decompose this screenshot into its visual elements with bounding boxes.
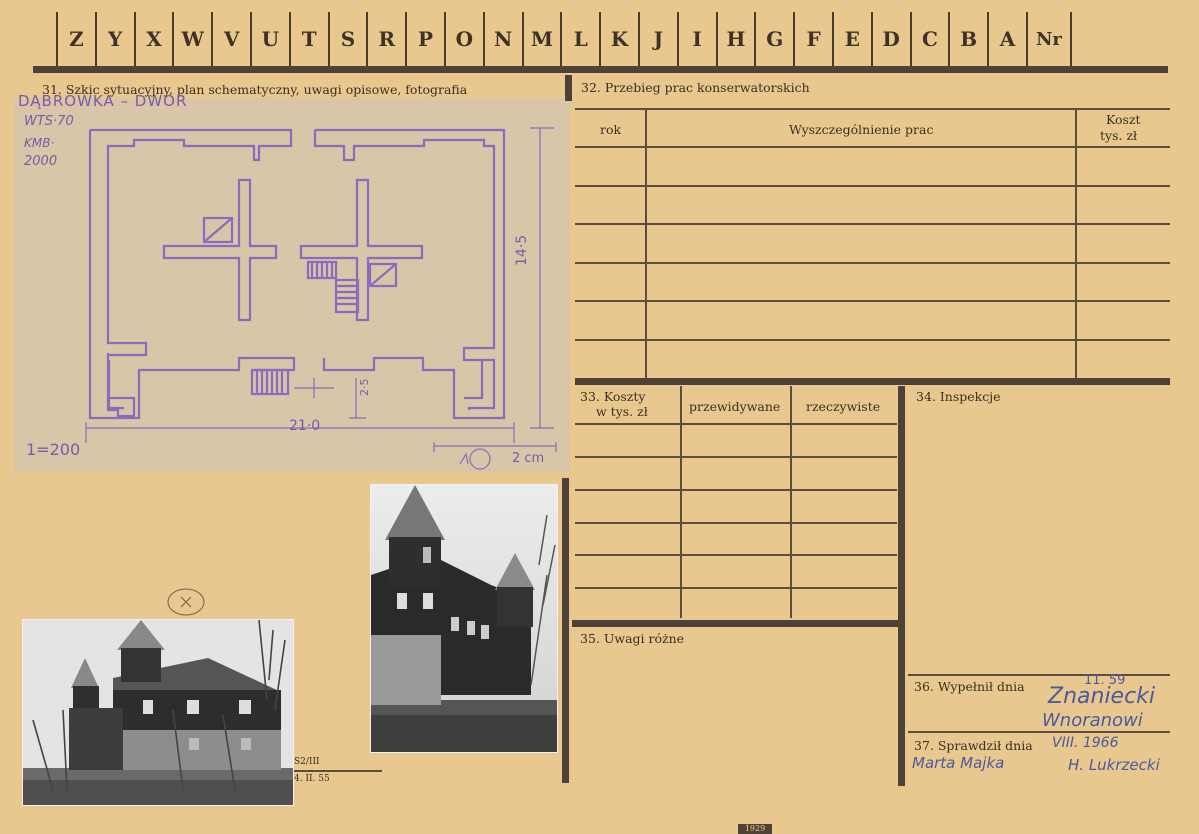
letter-cell: T <box>288 12 328 66</box>
col-koszt-unit: tys. zł <box>1100 128 1138 143</box>
letter-cell: O <box>443 12 483 66</box>
divider-32-left <box>565 75 572 101</box>
letter-cell: H <box>715 12 755 66</box>
section-37-label: 37. Sprawdził dnia <box>914 738 1033 753</box>
section-36-signature-2: Wnoranowi <box>1042 710 1143 731</box>
print-code: S2/III <box>294 757 320 767</box>
inventory-card: Z Y X W V U T S R P O N M L K J I H G F E D C B A Nr 31. Szkic sy… <box>0 0 1199 834</box>
section-33-label-unit: w tys. zł <box>596 404 648 419</box>
letter-cell: U <box>249 12 289 66</box>
section-32-label: 32. Przebieg prac konserwatorskich <box>581 80 810 95</box>
print-date: 4. II. 55 <box>294 774 330 784</box>
letter-cell: X <box>133 12 173 66</box>
table-32-col-line-1 <box>645 110 647 378</box>
top-divider <box>33 66 1168 73</box>
sketch-note-3: 2000 <box>24 154 58 169</box>
table-33-row-line <box>575 554 897 556</box>
section-33-label: 33. Koszty <box>580 389 646 404</box>
letter-cell: I <box>676 12 716 66</box>
letter-cell: K <box>599 12 638 66</box>
col-koszt-header: Koszt <box>1106 112 1141 127</box>
x-circle-mark <box>167 588 205 616</box>
col-przewidywane-header: przewidywane <box>689 399 781 414</box>
section-37-date: VIII. 1966 <box>1052 735 1119 751</box>
print-line <box>294 770 382 772</box>
sketch-paper: DĄBROWKA – DWOR WTS·70 KMB· 2000 21·0 14… <box>14 92 570 472</box>
letter-cell: S <box>327 12 367 66</box>
table-32-row-line <box>575 300 1170 302</box>
table-32-row-line <box>575 223 1170 225</box>
table-32-col-line-2 <box>1075 110 1077 378</box>
letter-cell: M <box>521 12 561 66</box>
col-wyszczegolnienie-header: Wyszczególnienie prac <box>789 122 934 137</box>
photo-manor-front-image <box>23 620 293 805</box>
table-33-row-line <box>575 522 897 524</box>
divider-33-right <box>898 386 905 786</box>
letter-cell: J <box>637 12 677 66</box>
section-37-top-line <box>908 731 1170 733</box>
table-32-row-line <box>575 185 1170 187</box>
table-33-row-line <box>575 587 897 589</box>
section-37-signature-2: H. Lukrzecki <box>1068 756 1160 774</box>
floor-plan-sketch <box>85 127 557 470</box>
scale-bar-label: 2 cm <box>512 451 545 466</box>
table-32-row-line <box>575 262 1170 264</box>
table-33-row-line <box>575 456 897 458</box>
divider-32-bottom <box>575 378 1170 385</box>
bottom-mark: 1929 <box>738 824 772 834</box>
section-36-signature-1: Znaniecki <box>1048 684 1156 709</box>
photo-manor-side <box>370 484 558 753</box>
sketch-note-1: WTS·70 <box>24 114 74 129</box>
table-32-top-line <box>575 108 1170 110</box>
letter-cell: V <box>211 12 250 66</box>
table-32-row-line <box>575 339 1170 341</box>
letter-cell: D <box>870 12 910 66</box>
table-33-col-line-1 <box>680 386 682 618</box>
col-rok-header: rok <box>600 122 622 137</box>
letter-cell: N <box>482 12 522 66</box>
letter-cell: B <box>948 12 987 66</box>
sketch-title: DĄBROWKA – DWOR <box>18 92 188 110</box>
letter-cell: L <box>560 12 599 66</box>
letter-cell: Z <box>56 12 95 66</box>
letter-cell: W <box>172 12 211 66</box>
table-33-col-line-2 <box>790 386 792 618</box>
section-36-label: 36. Wypełnił dnia <box>914 679 1025 694</box>
letter-cell: R <box>366 12 405 66</box>
sketch-note-2: KMB· <box>24 136 55 150</box>
letter-cell: Y <box>94 12 134 66</box>
section-37-signature-1: Marta Majka <box>912 754 1005 772</box>
section-34-label: 34. Inspekcje <box>916 389 1001 404</box>
letter-cell: F <box>793 12 832 66</box>
photo-manor-side-image <box>371 485 557 752</box>
table-33-row-line <box>575 423 897 425</box>
letter-cell: E <box>831 12 871 66</box>
divider-33-left <box>562 478 569 783</box>
letter-cell: G <box>754 12 793 66</box>
letter-cell: C <box>909 12 949 66</box>
table-32-row-line <box>575 146 1170 148</box>
section-35-label: 35. Uwagi różne <box>580 631 685 646</box>
letter-cell: A <box>987 12 1026 66</box>
scale-note: 1=200 <box>26 440 81 459</box>
photo-manor-front <box>22 619 294 806</box>
letter-cell: P <box>405 12 444 66</box>
dimension-depth: 14·5 <box>514 234 530 266</box>
divider-33-bottom <box>572 620 898 627</box>
dimension-small: 2·5 <box>358 378 371 397</box>
dimension-width: 21·0 <box>289 418 321 434</box>
section-36-top-line <box>908 674 1170 676</box>
col-rzeczywiste-header: rzeczywiste <box>806 399 881 414</box>
nr-cell: Nr <box>1025 12 1072 66</box>
letter-index-row: Z Y X W V U T S R P O N M L K J I H G F E D C B A Nr <box>56 12 1072 66</box>
table-33-row-line <box>575 489 897 491</box>
